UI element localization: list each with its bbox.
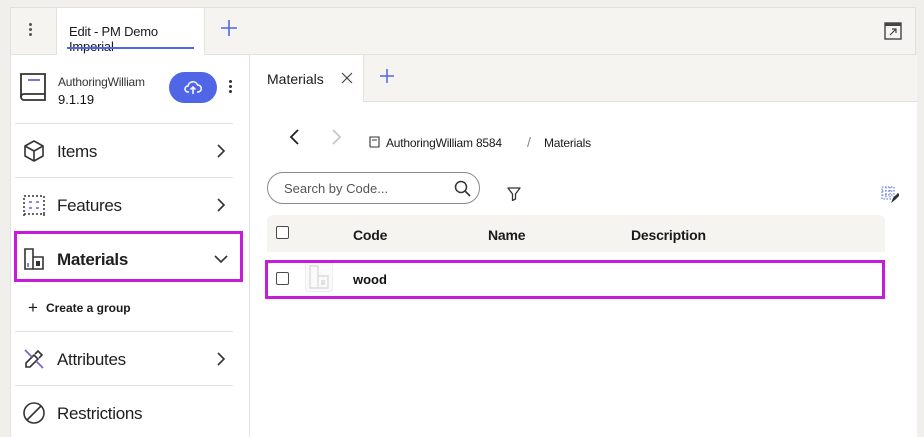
attributes-icon <box>24 349 44 369</box>
chevron-right-icon <box>217 144 226 158</box>
column-header-code[interactable]: Code <box>353 227 387 243</box>
tab-label: Materials <box>267 71 324 87</box>
arrow-left-icon[interactable] <box>288 128 302 146</box>
book-icon <box>369 136 380 148</box>
sidebar-item-items[interactable]: Items <box>11 129 241 173</box>
cube-icon <box>24 140 44 162</box>
chevron-right-icon <box>217 198 226 212</box>
project-version: 9.1.19 <box>58 92 95 107</box>
close-icon[interactable] <box>341 72 353 84</box>
project-menu-icon[interactable] <box>227 80 233 98</box>
content-tab-bar: Materials <box>251 55 917 102</box>
sidebar-item-label: Items <box>57 142 98 161</box>
sidebar-item-label: Attributes <box>57 350 126 369</box>
features-icon <box>23 195 45 216</box>
sidebar: AuthoringWilliam 9.1.19 Items Features M… <box>11 55 250 437</box>
arrow-right-icon[interactable] <box>329 128 343 146</box>
create-group-button[interactable]: + Create a group <box>28 298 131 318</box>
column-header-description[interactable]: Description <box>631 227 706 243</box>
divider <box>15 331 233 332</box>
sidebar-item-label: Features <box>57 196 122 215</box>
search-input[interactable] <box>284 181 444 196</box>
main-content: Materials AuthoringWilliam 8584 / Materi… <box>251 55 917 437</box>
breadcrumb-project[interactable]: AuthoringWilliam 8584 <box>386 136 502 150</box>
column-header-name[interactable]: Name <box>488 227 526 243</box>
grid-settings-icon[interactable] <box>881 186 899 204</box>
tab-label: Edit - PM Demo Imperial <box>69 24 158 54</box>
project-name: AuthoringWilliam <box>58 75 145 89</box>
divider <box>15 177 233 178</box>
restrictions-icon <box>23 402 45 424</box>
chevron-right-icon <box>217 352 226 366</box>
add-tab-button[interactable] <box>220 19 238 41</box>
divider <box>15 385 233 386</box>
sidebar-item-attributes[interactable]: Attributes <box>11 337 241 381</box>
publish-button[interactable] <box>169 72 217 103</box>
sidebar-item-restrictions[interactable]: Restrictions <box>11 391 241 435</box>
app-frame: Edit - PM Demo Imperial AuthoringWilliam… <box>10 7 917 437</box>
filter-icon[interactable] <box>507 187 521 201</box>
tab-materials[interactable]: Materials <box>251 55 364 102</box>
sidebar-item-label: Restrictions <box>57 404 143 423</box>
breadcrumb-separator: / <box>527 134 531 150</box>
add-content-tab-button[interactable] <box>379 66 395 88</box>
plus-icon: + <box>28 298 38 317</box>
select-all-checkbox[interactable] <box>276 226 289 239</box>
kebab-icon[interactable] <box>27 21 33 41</box>
search-field[interactable] <box>267 172 480 204</box>
plus-icon <box>221 20 237 36</box>
table-header: Code Name Description <box>267 215 885 252</box>
search-icon[interactable] <box>454 180 471 197</box>
create-group-label: Create a group <box>45 301 131 315</box>
breadcrumb-current: Materials <box>544 136 591 150</box>
sidebar-item-features[interactable]: Features <box>11 183 241 227</box>
divider <box>15 123 233 124</box>
book-icon <box>20 73 46 101</box>
cloud-upload-icon <box>184 80 202 94</box>
tab-edit-project[interactable]: Edit - PM Demo Imperial <box>56 8 205 55</box>
top-tab-bar: Edit - PM Demo Imperial <box>11 8 915 55</box>
window-icon[interactable] <box>884 22 902 40</box>
plus-icon <box>380 69 394 83</box>
highlight-box <box>14 231 243 282</box>
highlight-box <box>265 260 885 299</box>
